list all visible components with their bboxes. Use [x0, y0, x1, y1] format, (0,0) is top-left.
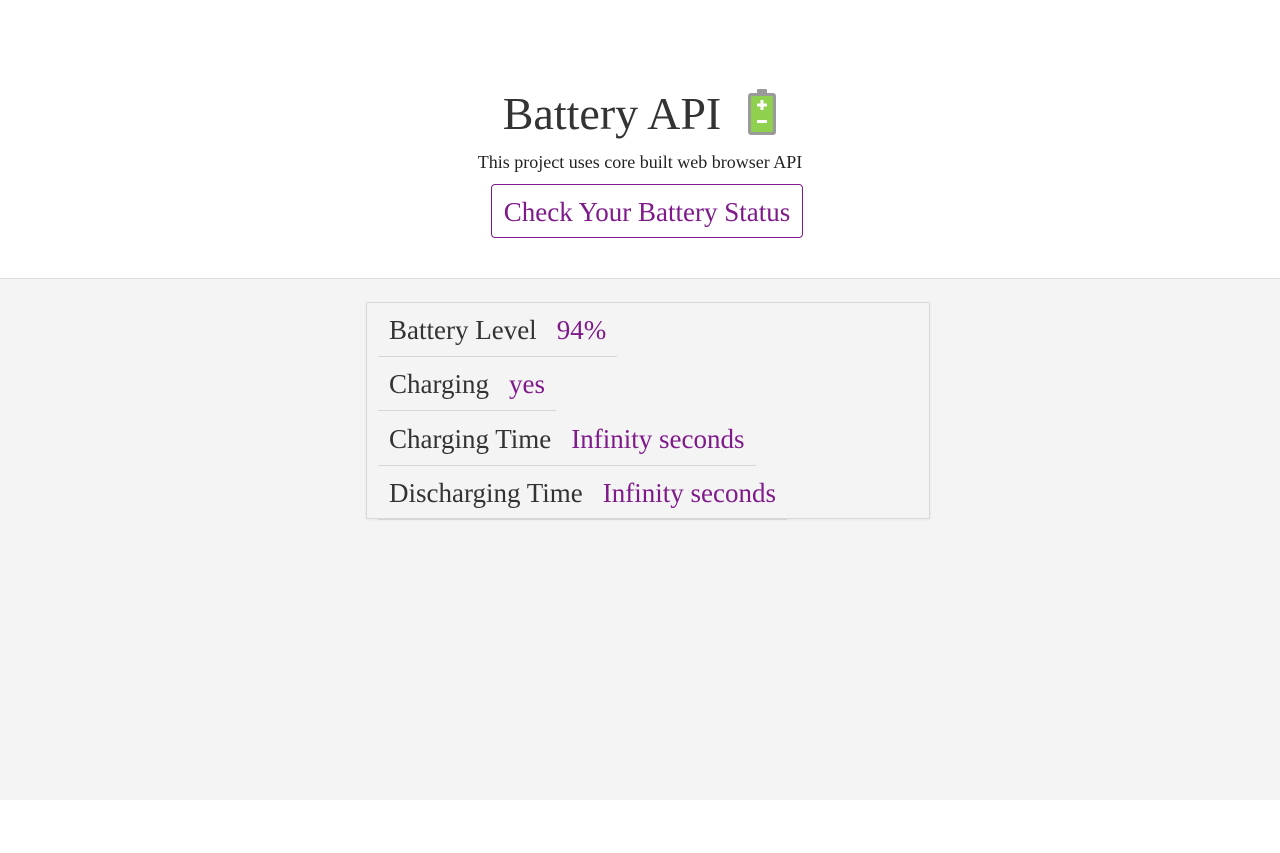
- page-subtitle: This project uses core built web browser…: [477, 152, 803, 172]
- status-label: Discharging Time: [389, 478, 583, 508]
- status-value: yes: [509, 369, 545, 399]
- title-row: Battery API: [0, 84, 1280, 144]
- status-label: Battery Level: [389, 315, 537, 345]
- battery-status-card: Battery Level 94% Charging yes Charging Ti…: [366, 302, 930, 520]
- main-panel: Battery Level 94% Charging yes Charging Ti…: [0, 279, 1280, 800]
- battery-charging-icon: [747, 89, 777, 135]
- status-row-charging-time: Charging Time Infinity seconds: [378, 412, 756, 466]
- status-row-charging: Charging yes: [378, 357, 556, 411]
- check-battery-status-button[interactable]: Check Your Battery Status: [491, 184, 803, 238]
- status-row-discharging-time: Discharging Time Infinity seconds: [378, 466, 788, 520]
- status-value: 94%: [556, 315, 607, 345]
- status-label: Charging Time: [389, 424, 552, 454]
- status-row-battery-level: Battery Level 94%: [378, 303, 618, 357]
- status-value: Infinity seconds: [571, 424, 745, 454]
- status-label: Charging: [389, 369, 489, 399]
- page-title: Battery API: [502, 88, 722, 139]
- status-value: Infinity seconds: [602, 478, 777, 508]
- header: Battery API This project uses core built…: [0, 0, 1280, 279]
